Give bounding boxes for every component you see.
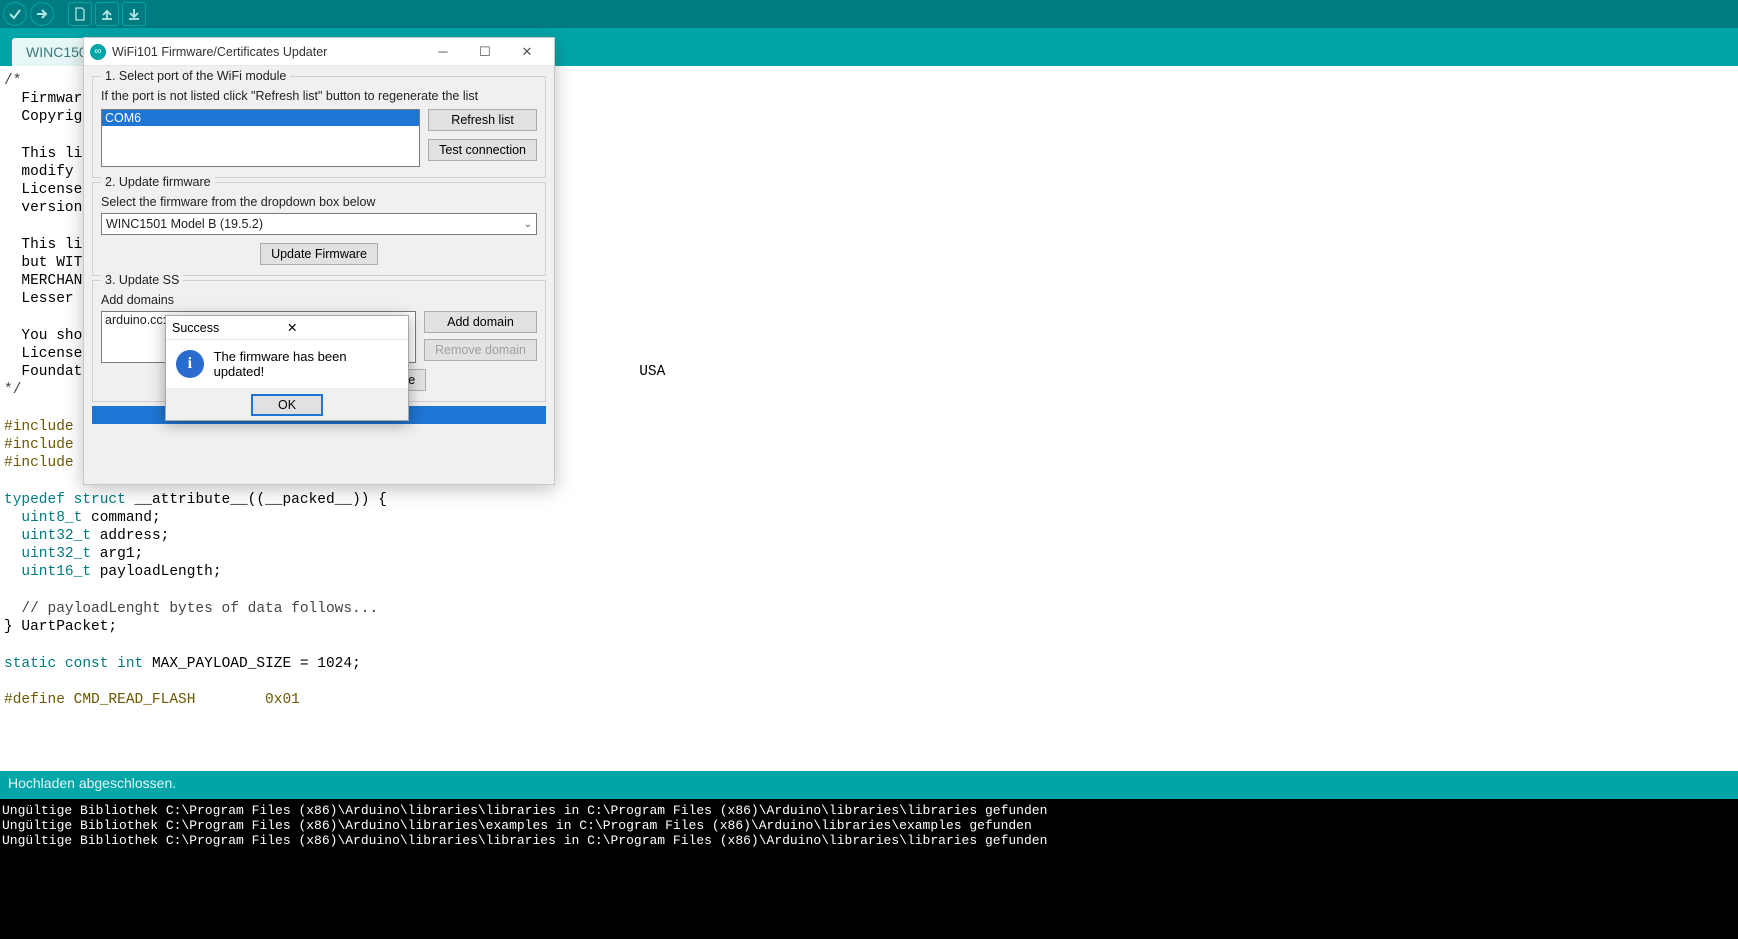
close-icon[interactable]: ✕ [506, 38, 548, 66]
arduino-icon: ∞ [90, 44, 106, 60]
section-update-firmware: 2. Update firmware Select the firmware f… [92, 182, 546, 276]
section2-hint: Select the firmware from the dropdown bo… [101, 195, 537, 209]
dialog-titlebar[interactable]: ∞ WiFi101 Firmware/Certificates Updater … [84, 38, 554, 66]
msgbox-close-icon[interactable]: ✕ [287, 320, 402, 335]
section-select-port: 1. Select port of the WiFi module If the… [92, 76, 546, 178]
info-icon: i [176, 350, 204, 378]
refresh-list-button[interactable]: Refresh list [428, 109, 537, 131]
maximize-icon[interactable]: ☐ [464, 38, 506, 66]
msgbox-message: The firmware has been updated! [214, 349, 398, 379]
msgbox-title: Success [172, 321, 287, 335]
update-firmware-button[interactable]: Update Firmware [260, 243, 378, 265]
verify-icon[interactable] [3, 2, 27, 26]
section1-legend: 1. Select port of the WiFi module [101, 69, 290, 83]
open-file-icon[interactable] [95, 2, 119, 26]
upload-arrow-icon[interactable] [30, 2, 54, 26]
output-console[interactable]: Ungültige Bibliothek C:\Program Files (x… [0, 799, 1738, 939]
add-domain-button[interactable]: Add domain [424, 311, 537, 333]
port-listbox[interactable]: COM6 [101, 109, 420, 167]
new-file-icon[interactable] [68, 2, 92, 26]
dialog-title: WiFi101 Firmware/Certificates Updater [112, 45, 422, 59]
remove-domain-button: Remove domain [424, 339, 537, 361]
save-file-icon[interactable] [122, 2, 146, 26]
msgbox-ok-button[interactable]: OK [251, 394, 323, 416]
firmware-dropdown-value: WINC1501 Model B (19.5.2) [106, 217, 263, 231]
section2-legend: 2. Update firmware [101, 175, 215, 189]
test-connection-button[interactable]: Test connection [428, 139, 537, 161]
success-msgbox: Success ✕ i The firmware has been update… [165, 315, 409, 421]
main-toolbar [0, 0, 1738, 28]
section1-hint: If the port is not listed click "Refresh… [101, 89, 537, 103]
msgbox-titlebar[interactable]: Success ✕ [166, 316, 408, 340]
port-item-selected[interactable]: COM6 [102, 110, 419, 126]
status-bar: Hochladen abgeschlossen. [0, 771, 1738, 799]
section3-hint: Add domains [101, 293, 537, 307]
firmware-dropdown[interactable]: WINC1501 Model B (19.5.2) ⌄ [101, 213, 537, 235]
minimize-icon[interactable]: ─ [422, 38, 464, 66]
chevron-down-icon: ⌄ [524, 219, 532, 230]
section3-legend: 3. Update SS [101, 273, 183, 287]
